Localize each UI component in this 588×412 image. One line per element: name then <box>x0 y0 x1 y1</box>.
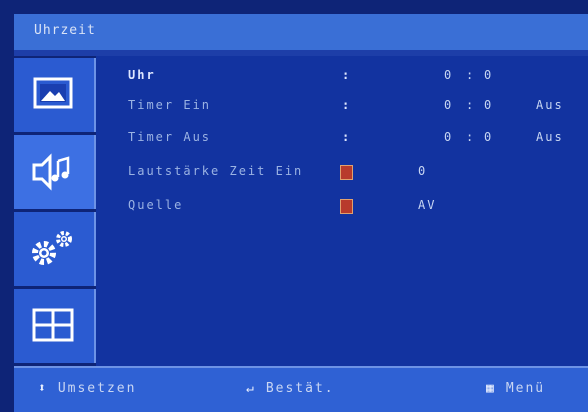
hint-confirm-label: Bestät. <box>265 381 335 396</box>
sidebar-item-picture[interactable] <box>14 58 96 132</box>
minutes-value[interactable]: 0 <box>484 130 493 144</box>
submenu-marker-icon <box>340 199 353 214</box>
timer-state[interactable]: Aus <box>536 130 564 144</box>
settings-gears-icon <box>32 231 72 265</box>
row-label: Timer Ein <box>128 98 212 112</box>
time-separator: : <box>466 68 476 82</box>
menu-icon: ▦ <box>486 381 496 396</box>
sidebar <box>14 58 96 364</box>
osd-window: Uhrzeit Uhr: 0: 0 Timer Ein: 0: 0 Au… <box>0 0 588 412</box>
hours-value[interactable]: 0 <box>444 68 453 82</box>
row-value[interactable]: AV <box>418 198 436 212</box>
menu-row-lautstaerke-zeit-ein[interactable]: Lautstärke Zeit Ein 0 <box>96 162 588 182</box>
menu-row-quelle[interactable]: Quelle AV <box>96 196 588 216</box>
hint-move: ⬍ Umsetzen <box>38 381 136 396</box>
title-bar: Uhrzeit <box>14 14 588 52</box>
hint-menu: ▦ Menü <box>486 381 545 396</box>
settings-panel: Uhr : 0 : 0 Timer Ein : 0 : 0 Aus Timer … <box>96 56 588 366</box>
enter-icon: ↵ <box>246 381 256 396</box>
hours-value[interactable]: 0 <box>444 130 453 144</box>
sound-icon <box>32 153 70 191</box>
picture-icon <box>33 77 73 109</box>
row-separator: : <box>342 68 352 82</box>
up-down-arrows-icon: ⬍ <box>38 381 48 396</box>
row-value[interactable]: 0 <box>418 164 427 178</box>
row-separator: : <box>342 130 352 144</box>
time-separator: : <box>466 98 476 112</box>
row-label: Quelle <box>128 198 184 212</box>
menu-row-timer-ein[interactable]: Timer Ein : 0 : 0 Aus <box>96 96 588 116</box>
sidebar-item-sound[interactable] <box>14 135 96 209</box>
footer-hint-bar: ⬍ Umsetzen ↵ Bestät. ▦ Menü <box>14 366 588 412</box>
hint-menu-label: Menü <box>505 381 546 396</box>
sidebar-item-layout[interactable] <box>14 289 96 363</box>
sidebar-item-settings[interactable] <box>14 212 96 286</box>
hint-confirm: ↵ Bestät. <box>246 381 335 396</box>
page-title: Uhrzeit <box>34 23 96 38</box>
row-separator: : <box>342 98 352 112</box>
grid-icon <box>32 308 74 342</box>
hint-move-label: Umsetzen <box>57 381 137 396</box>
time-separator: : <box>466 130 476 144</box>
menu-row-timer-aus[interactable]: Timer Aus : 0 : 0 Aus <box>96 128 588 148</box>
submenu-marker-icon <box>340 165 353 180</box>
menu-row-uhr[interactable]: Uhr : 0 : 0 <box>96 66 588 86</box>
row-label: Uhr <box>128 68 156 82</box>
row-label: Lautstärke Zeit Ein <box>128 164 304 178</box>
timer-state[interactable]: Aus <box>536 98 564 112</box>
minutes-value[interactable]: 0 <box>484 98 493 112</box>
hours-value[interactable]: 0 <box>444 98 453 112</box>
minutes-value[interactable]: 0 <box>484 68 493 82</box>
row-label: Timer Aus <box>128 130 212 144</box>
